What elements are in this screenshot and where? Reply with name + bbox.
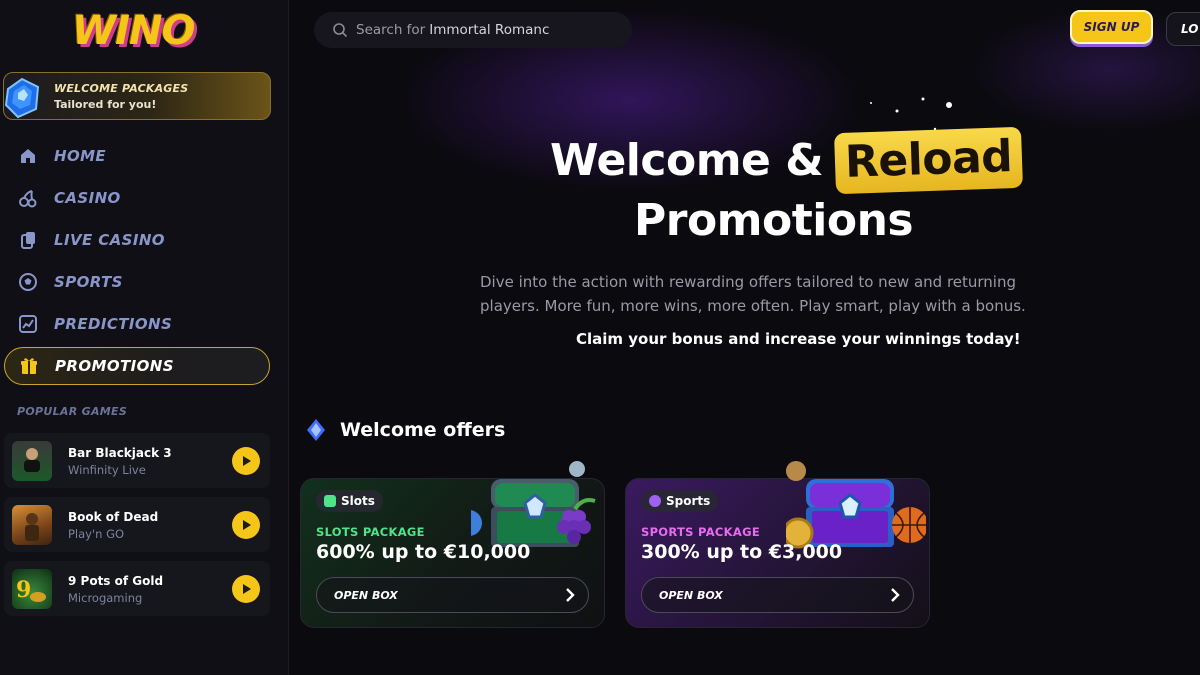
sports-package-card[interactable]: Sports SPORTS PACKAGE 300% up to €3,000 … — [625, 461, 930, 628]
hero-title-line1: Welcome & Reload — [550, 126, 1024, 195]
hero-description: Dive into the action with rewarding offe… — [480, 273, 1026, 315]
play-icon — [243, 520, 251, 530]
play-button[interactable] — [232, 511, 260, 539]
search-query: Immortal Romanc — [429, 22, 550, 38]
hero-title-highlight: Reload — [834, 126, 1024, 195]
soccer-ball-icon — [17, 271, 39, 293]
cards-icon — [17, 229, 39, 251]
tag-label: Sports — [666, 494, 711, 508]
main-content: Search for Immortal Romanc SIGN UP LO We… — [290, 0, 1200, 675]
search-icon — [333, 23, 348, 38]
nav-item-sports[interactable]: SPORTS — [4, 263, 270, 301]
package-name: SLOTS PACKAGE — [316, 525, 425, 539]
open-box-button[interactable]: OPEN BOX — [316, 577, 589, 613]
welcome-packages-title: WELCOME PACKAGES — [54, 82, 189, 95]
nav-label: CASINO — [54, 189, 121, 207]
search-input[interactable]: Search for Immortal Romanc — [314, 12, 632, 48]
game-item[interactable]: 9 9 Pots of Gold Microgaming — [4, 561, 270, 616]
chevron-right-icon — [891, 588, 900, 602]
nav-item-promotions[interactable]: PROMOTIONS — [4, 347, 270, 385]
nav-item-predictions[interactable]: PREDICTIONS — [4, 305, 270, 343]
slots-tag: Slots — [316, 490, 383, 512]
game-item[interactable]: Bar Blackjack 3 Winfinity Live — [4, 433, 270, 488]
open-box-label: OPEN BOX — [334, 588, 398, 602]
section-title: Welcome offers — [340, 419, 506, 441]
open-box-label: OPEN BOX — [659, 588, 723, 602]
slots-package-card[interactable]: Slots SLOTS PACKAGE 600% up to €10,000 O… — [300, 461, 605, 628]
wino-logo[interactable]: WINO — [72, 8, 195, 54]
hero-title-text: Welcome & — [550, 135, 824, 186]
diamond-icon — [307, 419, 325, 441]
package-amount: 300% up to €3,000 — [641, 541, 843, 563]
nav-label: HOME — [54, 147, 107, 165]
nav-item-live-casino[interactable]: LIVE CASINO — [4, 221, 270, 259]
game-provider: Microgaming — [68, 591, 143, 605]
game-name: Bar Blackjack 3 — [68, 446, 172, 460]
welcome-offers-heading: Welcome offers — [306, 418, 505, 442]
play-icon — [243, 456, 251, 466]
nav-label: PREDICTIONS — [54, 315, 173, 333]
slot-machine-icon — [324, 495, 336, 507]
sports-ball-icon — [649, 495, 661, 507]
tag-label: Slots — [341, 494, 375, 508]
sidebar: WINO WELCOME PACKAGES Tailored for you! … — [0, 0, 289, 675]
game-name: Book of Dead — [68, 510, 159, 524]
package-amount: 600% up to €10,000 — [316, 541, 531, 563]
home-icon — [17, 145, 39, 167]
hero-claim: Claim your bonus and increase your winni… — [576, 330, 1021, 348]
search-placeholder: Search for — [356, 22, 426, 38]
game-item[interactable]: Book of Dead Play'n GO — [4, 497, 270, 552]
game-provider: Play'n GO — [68, 527, 125, 541]
nav-item-casino[interactable]: CASINO — [4, 179, 270, 217]
svg-text:9: 9 — [16, 577, 31, 603]
game-name: 9 Pots of Gold — [68, 574, 164, 588]
gift-icon — [18, 355, 40, 377]
nav-item-home[interactable]: HOME — [4, 137, 270, 175]
nav-label: PROMOTIONS — [55, 357, 174, 375]
blue-gem-icon — [4, 77, 40, 119]
game-thumbnail — [12, 441, 52, 481]
nav-label: LIVE CASINO — [54, 231, 165, 249]
popular-games-heading: POPULAR GAMES — [17, 405, 128, 418]
game-provider: Winfinity Live — [68, 463, 146, 477]
package-name: SPORTS PACKAGE — [641, 525, 760, 539]
sports-tag: Sports — [641, 490, 719, 512]
login-button[interactable]: LO — [1166, 12, 1200, 46]
play-button[interactable] — [232, 447, 260, 475]
chart-icon — [17, 313, 39, 335]
chevron-right-icon — [566, 588, 575, 602]
sign-up-button[interactable]: SIGN UP — [1070, 10, 1153, 44]
welcome-packages-subtitle: Tailored for you! — [54, 98, 157, 111]
play-button[interactable] — [232, 575, 260, 603]
nav-label: SPORTS — [54, 273, 123, 291]
open-box-button[interactable]: OPEN BOX — [641, 577, 914, 613]
game-thumbnail — [12, 505, 52, 545]
game-thumbnail: 9 — [12, 569, 52, 609]
cherries-icon — [17, 187, 39, 209]
hero-title-line2: Promotions — [634, 195, 914, 246]
play-icon — [243, 584, 251, 594]
welcome-packages-banner[interactable]: WELCOME PACKAGES Tailored for you! — [3, 72, 271, 120]
